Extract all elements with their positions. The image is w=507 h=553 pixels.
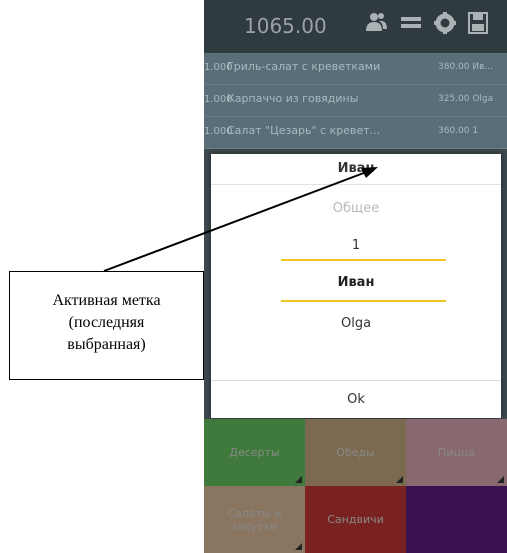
category-label: Обеды [336, 446, 375, 459]
row-name: Салат "Цезарь" с кревет... [227, 124, 381, 137]
category-sandwiches[interactable]: Сандвичи [305, 486, 406, 553]
row-price: 380.00 Ив... [438, 62, 493, 72]
callout-line: выбранная) [67, 336, 146, 353]
order-row[interactable]: 1.000 Салат "Цезарь" с кревет... 360.00 … [204, 117, 507, 149]
callout-line: Активная метка [52, 292, 161, 309]
order-list: 1.000 Гриль-салат с креветками 380.00 Ив… [204, 53, 507, 149]
corner-marker-icon [295, 543, 302, 550]
category-label: Сандвичи [327, 513, 384, 526]
picker-option-1[interactable]: 1 [211, 238, 501, 253]
row-price: 360.00 1 [438, 126, 479, 136]
order-row[interactable]: 1.000 Гриль-салат с креветками 380.00 Ив… [204, 53, 507, 85]
row-name: Гриль-салат с креветками [227, 60, 381, 73]
save-icon[interactable] [468, 12, 488, 40]
picker-option-selected[interactable]: Иван [211, 275, 501, 290]
tag-picker-dialog: Иван Общее 1 Иван Olga Ok [211, 154, 501, 418]
category-label: Десерты [229, 446, 280, 459]
users-icon[interactable] [366, 12, 388, 38]
picker-option-olga[interactable]: Olga [211, 316, 501, 331]
dialog-title: Иван [211, 154, 501, 185]
annotation-callout: Активная метка (последняя выбранная) [9, 271, 204, 380]
corner-marker-icon [295, 476, 302, 483]
ok-button[interactable]: Ok [211, 381, 501, 418]
category-pizza[interactable]: Пицца [406, 419, 507, 486]
order-row[interactable]: 1.000 Карпаччо из говядины 325.00 Olga [204, 85, 507, 117]
category-salads[interactable]: Салаты и закуски [204, 486, 305, 553]
row-price: 325.00 Olga [438, 94, 494, 104]
selection-line-top [281, 259, 446, 261]
category-tile[interactable] [406, 486, 507, 553]
category-label: Пицца [437, 446, 476, 459]
order-total: 1065.00 [244, 14, 327, 38]
app-screen: 1065.00 1.000 Гриль-салат с креветками 3… [204, 0, 507, 553]
corner-marker-icon [396, 476, 403, 483]
row-name: Карпаччо из говядины [227, 92, 359, 105]
menu-icon[interactable] [400, 12, 422, 38]
callout-line: (последняя [68, 314, 145, 331]
category-desserts[interactable]: Десерты [204, 419, 305, 486]
selection-line-bottom [281, 300, 446, 302]
gear-icon[interactable] [434, 12, 456, 40]
category-lunches[interactable]: Обеды [305, 419, 406, 486]
picker-option-general[interactable]: Общее [211, 201, 501, 216]
corner-marker-icon [497, 476, 504, 483]
category-label: Салаты и закуски [227, 506, 282, 533]
top-bar: 1065.00 [204, 0, 507, 53]
